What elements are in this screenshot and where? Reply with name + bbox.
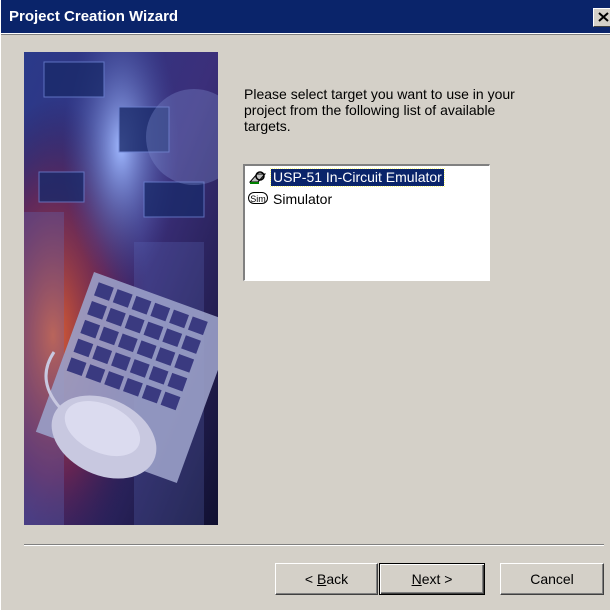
cancel-button[interactable]: Cancel bbox=[500, 563, 604, 595]
emulator-icon bbox=[247, 168, 271, 186]
next-button[interactable]: Next > bbox=[379, 563, 485, 595]
close-button[interactable] bbox=[593, 8, 610, 27]
wizard-window: Project Creation Wizard Please select ta… bbox=[0, 0, 610, 610]
target-listbox[interactable]: USP-51 In-Circuit Emulator Sim Simulator bbox=[243, 164, 490, 281]
list-item-emulator[interactable]: USP-51 In-Circuit Emulator bbox=[247, 167, 445, 187]
separator bbox=[24, 544, 604, 546]
back-button[interactable]: < Back bbox=[275, 563, 378, 595]
window-title: Project Creation Wizard bbox=[9, 8, 179, 25]
list-item-label: Simulator bbox=[273, 190, 333, 207]
wizard-illustration bbox=[24, 52, 218, 525]
sim-icon: Sim bbox=[247, 190, 271, 208]
close-icon bbox=[598, 12, 609, 22]
list-item-label: USP-51 In-Circuit Emulator bbox=[270, 167, 445, 187]
instructions-text: Please select target you want to use in … bbox=[244, 86, 515, 134]
list-item-simulator[interactable]: Sim Simulator bbox=[247, 190, 334, 208]
title-bar[interactable]: Project Creation Wizard bbox=[1, 0, 610, 34]
